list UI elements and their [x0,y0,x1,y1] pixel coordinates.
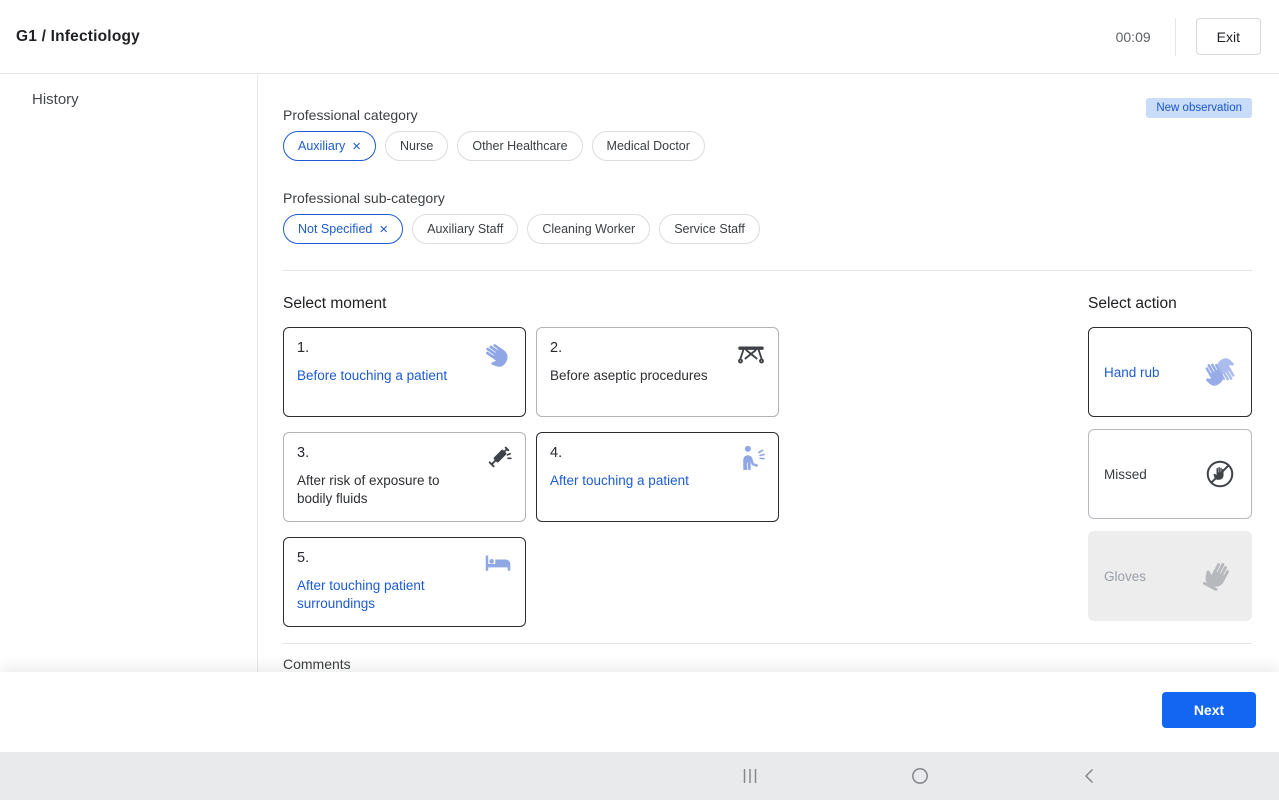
android-nav-bar [0,752,1279,800]
moment-card-5[interactable]: 5. After touching patient surroundings [283,537,526,627]
remove-chip-icon[interactable]: × [379,222,388,237]
action-card-missed[interactable]: Missed [1088,429,1252,519]
action-label: Hand rub [1104,365,1160,380]
chip-label: Auxiliary Staff [427,222,503,236]
history-sidebar: History [0,74,258,672]
top-bar: G1 / Infectiology 00:09 Exit [0,0,1279,74]
action-card-gloves: Gloves [1088,531,1252,621]
professional-category-label: Professional category [283,107,1252,123]
chip-label: Cleaning Worker [542,222,635,236]
moment-label: Before aseptic procedures [550,367,766,385]
moment-label: After touching a patient [550,472,766,490]
moment-label: After touching patient surroundings [297,577,513,612]
main-content: New observation Professional category Au… [258,74,1279,672]
hand-patient-icon [481,338,515,368]
gloves-icon [1202,560,1238,592]
missed-icon [1202,458,1238,490]
recents-icon[interactable] [740,766,760,786]
selection-columns: Select moment 1. Before touching a patie… [283,295,1252,627]
chip-label: Not Specified [298,222,372,236]
moment-label: Before touching a patient [297,367,513,385]
professional-category-chips: Auxiliary × Nurse Other Healthcare Medic… [283,131,1252,161]
history-label: History [32,91,257,108]
next-button[interactable]: Next [1162,692,1256,728]
select-action-heading: Select action [1088,295,1252,313]
chip-label: Medical Doctor [607,139,690,153]
action-card-hand-rub[interactable]: Hand rub [1088,327,1252,417]
chip-label: Other Healthcare [472,139,567,153]
timer: 00:09 [1116,29,1151,45]
touch-patient-icon [734,443,768,473]
select-action-section: Select action Hand rub Missed Gloves [1088,295,1252,627]
divider [283,270,1252,271]
chip-medical-doctor[interactable]: Medical Doctor [592,131,705,161]
page-body: History New observation Professional cat… [0,74,1279,672]
professional-sub-category-chips: Not Specified × Auxiliary Staff Cleaning… [283,214,1252,244]
home-icon[interactable] [910,766,930,786]
chip-auxiliary[interactable]: Auxiliary × [283,131,376,161]
app-root: G1 / Infectiology 00:09 Exit History New… [0,0,1279,800]
comments-label: Comments [283,656,1252,672]
page-title: G1 / Infectiology [16,28,140,46]
status-badge: New observation [1146,98,1252,118]
top-bar-right: 00:09 Exit [1116,18,1261,56]
chip-other-healthcare[interactable]: Other Healthcare [457,131,582,161]
exit-button[interactable]: Exit [1196,18,1261,55]
remove-chip-icon[interactable]: × [352,139,361,154]
chip-label: Service Staff [674,222,745,236]
action-label: Gloves [1104,569,1146,584]
chip-auxiliary-staff[interactable]: Auxiliary Staff [412,214,518,244]
moment-label: After risk of exposure to bodily fluids [297,472,513,507]
chip-service-staff[interactable]: Service Staff [659,214,760,244]
chip-label: Nurse [400,139,433,153]
moment-card-3[interactable]: 3. After risk of exposure to bodily flui… [283,432,526,522]
footer-bar: Next [0,672,1279,752]
chip-nurse[interactable]: Nurse [385,131,448,161]
action-label: Missed [1104,467,1147,482]
select-moment-heading: Select moment [283,295,779,313]
professional-sub-category-label: Professional sub-category [283,190,1252,206]
back-icon[interactable] [1080,766,1100,786]
moment-card-2[interactable]: 2. Before aseptic procedures [536,327,779,417]
aseptic-icon [734,338,768,368]
moment-card-4[interactable]: 4. After touching a patient [536,432,779,522]
divider [283,643,1252,644]
syringe-icon [481,443,515,473]
chip-not-specified[interactable]: Not Specified × [283,214,403,244]
chip-cleaning-worker[interactable]: Cleaning Worker [527,214,650,244]
bed-icon [481,548,515,578]
chip-label: Auxiliary [298,139,345,153]
moment-grid: 1. Before touching a patient 2. Before a… [283,327,779,627]
hand-rub-icon [1202,356,1238,388]
select-moment-section: Select moment 1. Before touching a patie… [283,295,779,627]
moment-card-1[interactable]: 1. Before touching a patient [283,327,526,417]
divider [1175,18,1176,56]
